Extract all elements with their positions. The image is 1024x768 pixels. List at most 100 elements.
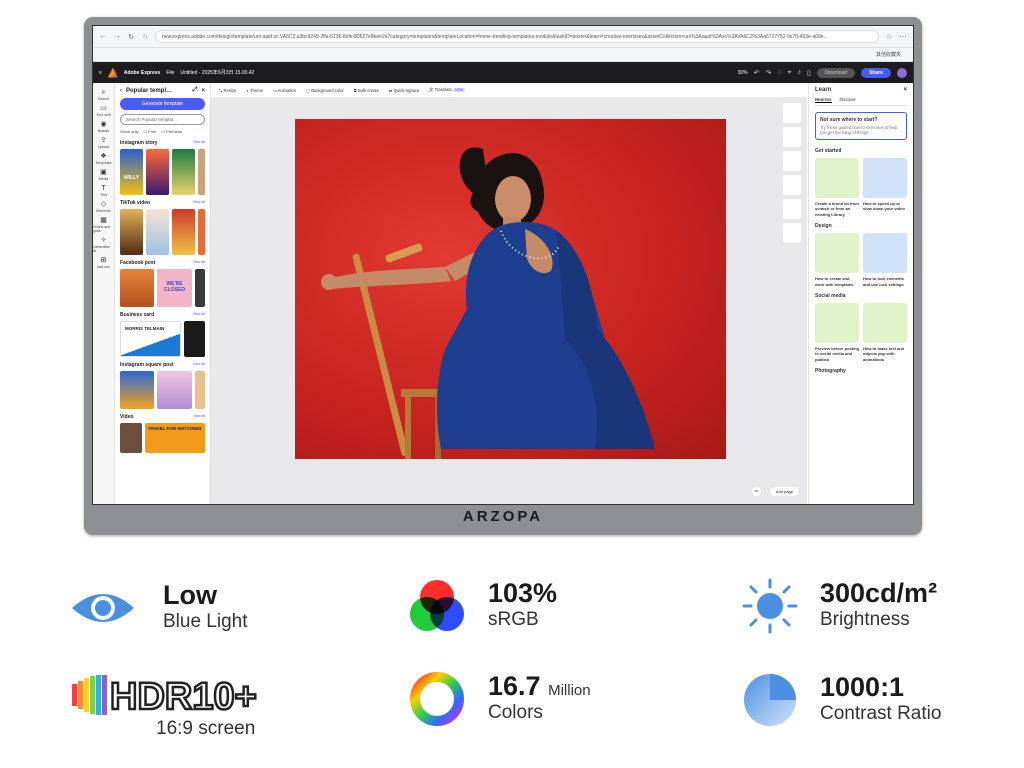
template-thumbnail[interactable]	[172, 209, 196, 255]
page-thumbnail[interactable]	[783, 103, 801, 123]
template-thumbnail[interactable]	[198, 149, 205, 195]
template-thumbnail[interactable]: MORRIS TELMAIN	[120, 321, 182, 357]
feature-contrast: 1000:1 Contrast Ratio	[742, 672, 941, 728]
template-thumbnail[interactable]	[184, 321, 205, 357]
template-thumbnail[interactable]	[146, 149, 170, 195]
template-thumbnail[interactable]	[157, 371, 192, 409]
view-all-link[interactable]: View all	[193, 312, 205, 318]
close-icon[interactable]: ×	[903, 87, 907, 93]
quick-replace-button[interactable]: ⇄ Quick replace	[389, 88, 419, 93]
view-all-link[interactable]: View all	[193, 414, 205, 420]
rail-your-stuff[interactable]: ▭ Your stuff	[96, 105, 111, 117]
rail-text[interactable]: T Text	[100, 185, 106, 197]
back-icon[interactable]: ←	[99, 33, 107, 40]
tab-discover[interactable]: Discover	[840, 97, 856, 103]
generate-template-button[interactable]: Generate template	[120, 98, 205, 110]
template-thumbnail[interactable]	[120, 269, 155, 307]
theme-button[interactable]: ◐ Theme	[246, 88, 263, 93]
feature-colors: 16.7 Million Colors	[410, 672, 591, 726]
view-all-link[interactable]: View all	[193, 140, 205, 146]
page-thumbnail[interactable]	[783, 223, 801, 243]
bookmarks-folder[interactable]: 其他收藏夹	[876, 51, 901, 58]
home-icon[interactable]: ⌂	[141, 33, 149, 40]
learn-card[interactable]: How to lock elements and use lock settin…	[863, 233, 907, 287]
hamburger-icon[interactable]: ≡	[99, 70, 102, 76]
rgb-circles-icon	[410, 580, 464, 631]
rail-brands[interactable]: ◉ Brands	[98, 121, 109, 133]
canvas-photo[interactable]	[295, 119, 726, 459]
menu-icon[interactable]: ⋯	[899, 33, 907, 41]
forward-icon[interactable]: →	[113, 33, 121, 40]
bulk-create-button[interactable]: ⧉ Bulk create	[354, 88, 379, 93]
learn-card[interactable]: How to create and work with templates	[815, 233, 859, 287]
page-thumbnail[interactable]	[783, 127, 801, 147]
free-checkbox[interactable]: ☐ Free	[143, 129, 156, 134]
view-all-link[interactable]: View all	[193, 362, 205, 368]
feature-grid: Low Blue Light 103% sRGB 300cd/m² Bright…	[0, 560, 1024, 768]
share-button[interactable]: Share	[861, 67, 891, 78]
phone-icon[interactable]: ▯	[807, 69, 811, 77]
product-image: ← → ↻ ⌂ new.express.adobe.com/design/tem…	[0, 0, 1024, 768]
premium-checkbox[interactable]: ☐ Premium	[161, 129, 182, 134]
add-page-button[interactable]: Add page	[769, 487, 799, 496]
tab-how-tos[interactable]: How-tos	[815, 97, 832, 103]
template-thumbnail[interactable]	[146, 209, 170, 255]
page-thumbnail[interactable]	[783, 151, 801, 171]
view-all-link[interactable]: View all	[193, 260, 205, 266]
animation-button[interactable]: ↝ Animation	[273, 88, 296, 93]
template-thumbnail[interactable]	[120, 209, 144, 255]
templates-icon: ❖	[100, 153, 107, 160]
document-title[interactable]: Untitled - 2025年6月3日 15.00.42	[180, 69, 254, 76]
redo-icon[interactable]: ↷	[765, 69, 771, 77]
learn-card[interactable]: Create a brand kit from scratch or from …	[815, 158, 859, 217]
rail-media[interactable]: ▣ Media	[99, 169, 109, 181]
rail-generative-ai[interactable]: ✧ Generative AI	[93, 237, 114, 253]
learn-card[interactable]: How to make text and objects pop with an…	[863, 302, 907, 362]
undo-icon[interactable]: ↶	[754, 69, 760, 77]
learn-card[interactable]: How to speed up or slow down your video	[863, 158, 907, 217]
star-icon[interactable]: ☆	[885, 33, 893, 41]
reload-icon[interactable]: ↻	[127, 33, 135, 41]
rail-templates[interactable]: ❖ Templates	[96, 153, 112, 165]
template-thumbnail[interactable]	[172, 149, 196, 195]
template-thumbnail[interactable]: WE'RE CLOSED	[157, 269, 192, 307]
template-thumbnail[interactable]	[194, 371, 205, 409]
avatar[interactable]	[897, 67, 907, 78]
page-thumbnail[interactable]	[783, 199, 801, 219]
translate-button[interactable]: 文 Translate NEW	[429, 87, 466, 93]
resize-button[interactable]: ⤡ Resize	[219, 88, 236, 93]
not-sure-card[interactable]: Not sure where to start? Try these guide…	[815, 112, 907, 140]
template-thumbnail[interactable]	[120, 423, 142, 453]
rail-add-ons[interactable]: ⊞ Add-ons	[97, 257, 110, 269]
file-menu[interactable]: File	[166, 70, 174, 76]
view-all-link[interactable]: View all	[193, 200, 205, 206]
more-options-button[interactable]: •••	[752, 487, 761, 496]
background-color-button[interactable]: ▢ Background color	[306, 88, 344, 93]
address-bar[interactable]: new.express.adobe.com/design/template/ur…	[155, 30, 879, 43]
left-rail: ⌕ Search ▭ Your stuff ◉ Brands ⇪ Upload ❖ Tem…	[93, 83, 115, 504]
page-thumbnail[interactable]	[783, 175, 801, 195]
chevron-left-icon[interactable]: ‹	[120, 88, 122, 94]
close-icon[interactable]: ×	[201, 88, 205, 94]
download-button[interactable]: Download	[816, 67, 856, 78]
location-icon[interactable]: ⌖	[788, 69, 792, 77]
expand-icon[interactable]: ⤢	[193, 87, 198, 94]
template-thumbnail[interactable]	[194, 269, 205, 307]
template-thumbnail[interactable]	[198, 209, 205, 255]
rail-upload[interactable]: ⇪ Upload	[98, 137, 109, 149]
colors-unit: Million	[548, 682, 591, 700]
template-thumbnail[interactable]	[120, 371, 155, 409]
rail-search[interactable]: ⌕ Search	[98, 89, 109, 101]
learn-card[interactable]: Preview before posting to social media a…	[815, 302, 859, 362]
comment-icon[interactable]: ◌	[777, 69, 781, 76]
template-thumbnail[interactable]: WILLY	[120, 149, 144, 195]
panel-title: Popular templ…	[126, 87, 173, 94]
editor-workspace: ⌕ Search ▭ Your stuff ◉ Brands ⇪ Upload ❖ Tem…	[93, 83, 913, 504]
zoom-level[interactable]: 30%	[738, 70, 748, 76]
rail-elements[interactable]: ◇ Elements	[96, 201, 111, 213]
template-search-input[interactable]: Search Popular templat...	[120, 114, 205, 125]
bell-icon[interactable]: ♪	[797, 69, 801, 76]
rail-charts[interactable]: ▦ Charts and grids	[93, 217, 114, 233]
template-thumbnail[interactable]: TRAVEL FOR WATCHING	[144, 423, 205, 453]
bookmarks-bar: 其他收藏夹	[93, 48, 913, 62]
